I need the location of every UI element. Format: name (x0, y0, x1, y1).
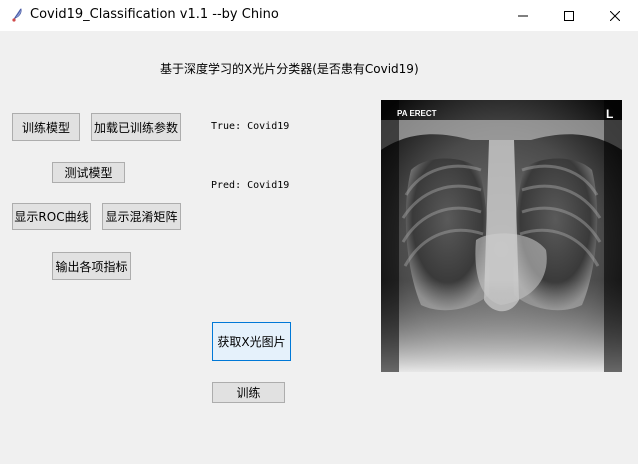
maximize-button[interactable] (546, 0, 592, 31)
test-model-button[interactable]: 测试模型 (52, 162, 125, 183)
pred-label-text: Pred: Covid19 (211, 180, 290, 191)
main-panel: 基于深度学习的X光片分类器(是否患有Covid19) 训练模型 加载已训练参数 … (0, 31, 638, 464)
close-icon (610, 10, 620, 21)
get-xray-button[interactable]: 获取X光图片 (212, 322, 291, 361)
train-model-button[interactable]: 训练模型 (12, 113, 80, 141)
app-feather-icon (12, 8, 22, 22)
train-button[interactable]: 训练 (212, 382, 285, 403)
maximize-icon (564, 10, 574, 21)
minimize-button[interactable] (500, 0, 546, 31)
xray-view-label: PA ERECT (397, 109, 437, 118)
title-bar: Covid19_Classification v1.1 --by Chino (0, 0, 638, 31)
xray-side-marker: L (606, 107, 614, 121)
xray-image: PA ERECT L (381, 100, 622, 372)
close-button[interactable] (592, 0, 638, 31)
show-confusion-matrix-button[interactable]: 显示混淆矩阵 (102, 203, 181, 230)
window-title: Covid19_Classification v1.1 --by Chino (30, 7, 279, 22)
xray-picture (381, 100, 622, 372)
load-params-button[interactable]: 加载已训练参数 (91, 113, 181, 141)
page-title: 基于深度学习的X光片分类器(是否患有Covid19) (160, 62, 419, 76)
minimize-icon (518, 15, 528, 16)
true-label-text: True: Covid19 (211, 121, 290, 132)
output-metrics-button[interactable]: 输出各项指标 (52, 252, 131, 280)
show-roc-button[interactable]: 显示ROC曲线 (12, 203, 91, 230)
